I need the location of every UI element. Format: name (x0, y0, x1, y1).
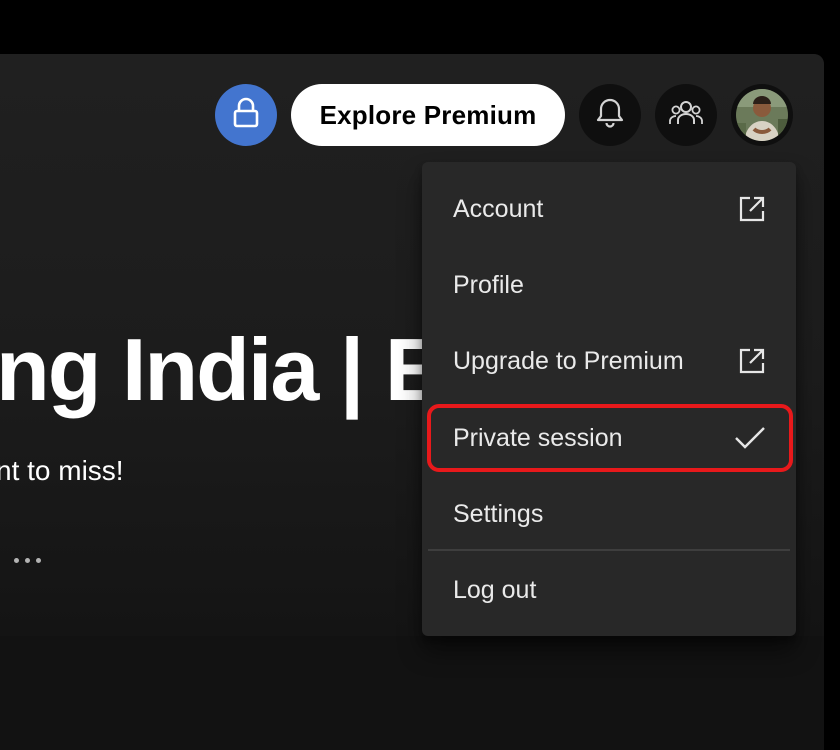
menu-item-label: Settings (453, 499, 544, 528)
top-bar: Explore Premium (0, 54, 824, 174)
menu-item-profile[interactable]: Profile (428, 250, 790, 320)
menu-item-account[interactable]: Account (428, 174, 790, 244)
user-menu-button[interactable] (731, 84, 793, 146)
bell-icon (595, 97, 625, 134)
menu-item-label: Profile (453, 270, 524, 299)
external-link-icon (738, 347, 766, 375)
menu-item-label: Upgrade to Premium (453, 346, 684, 375)
menu-item-label: Log out (453, 575, 537, 604)
more-dot (35, 557, 41, 563)
external-link-icon (738, 195, 766, 223)
menu-item-label: Private session (453, 423, 623, 452)
content-area (0, 636, 824, 750)
menu-item-log-out[interactable]: Log out (428, 555, 790, 625)
more-options-button[interactable] (4, 546, 50, 574)
hero-title: ng India | E (0, 320, 436, 419)
lock-button[interactable] (215, 84, 277, 146)
friends-icon (669, 98, 703, 133)
hero-subtitle: nt to miss! (0, 455, 124, 486)
more-dot (24, 557, 30, 563)
more-dot (13, 557, 19, 563)
menu-item-upgrade[interactable]: Upgrade to Premium (428, 326, 790, 396)
menu-item-settings[interactable]: Settings (428, 479, 790, 549)
explore-premium-button[interactable]: Explore Premium (291, 84, 565, 146)
check-icon (734, 425, 766, 451)
friend-activity-button[interactable] (655, 84, 717, 146)
notifications-button[interactable] (579, 84, 641, 146)
menu-item-private-session[interactable]: Private session (428, 403, 790, 473)
menu-divider (428, 549, 790, 551)
menu-item-label: Account (453, 194, 544, 223)
user-dropdown-menu: Account Profile Upgrade to Premium Priva… (422, 162, 796, 636)
avatar (736, 89, 788, 141)
lock-icon (232, 97, 260, 134)
